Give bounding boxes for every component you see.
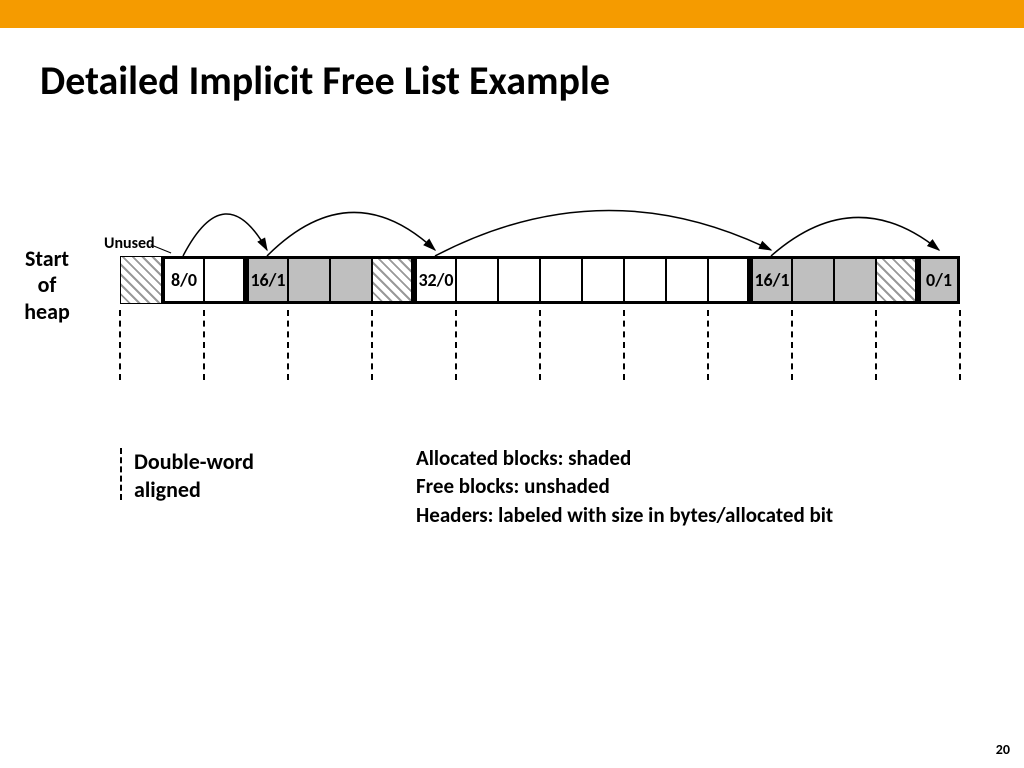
alignment-guide: [539, 310, 541, 380]
heap-cell-1: 8/0: [162, 256, 204, 304]
alignment-guide: [119, 310, 121, 380]
alignment-guide: [371, 310, 373, 380]
heap-cell-14: [708, 256, 750, 304]
heap-cell-7: 32/0: [414, 256, 456, 304]
heap-cell-17: [834, 256, 876, 304]
block-link-arrows: [120, 160, 1000, 260]
page-number: 20: [996, 741, 1010, 758]
heap-cell-8: [456, 256, 498, 304]
legend-alignment-marker: [120, 448, 122, 500]
alignment-guide: [959, 310, 961, 380]
legend-key-text: Allocated blocks: shadedFree blocks: uns…: [416, 444, 833, 529]
heap-cell-2: [204, 256, 246, 304]
slide-title: Detailed Implicit Free List Example: [40, 56, 1024, 105]
heap-cell-3: 16/1: [246, 256, 288, 304]
heap-cell-12: [624, 256, 666, 304]
heap-cell-0: [120, 256, 162, 304]
heap-cell-5: [330, 256, 372, 304]
alignment-guide: [707, 310, 709, 380]
heap-cell-4: [288, 256, 330, 304]
heap-cell-13: [666, 256, 708, 304]
heap-cell-10: [540, 256, 582, 304]
heap-cell-15: 16/1: [750, 256, 792, 304]
legend-alignment-text: Double-wordaligned: [134, 448, 254, 503]
alignment-guide: [875, 310, 877, 380]
alignment-guide: [203, 310, 205, 380]
alignment-guide: [455, 310, 457, 380]
heap-diagram: 8/0 16/1 32/0 16/1 0/1: [120, 256, 1000, 304]
heap-cell-11: [582, 256, 624, 304]
heap-cell-6: [372, 256, 414, 304]
heap-cell-16: [792, 256, 834, 304]
heap-cell-18: [876, 256, 918, 304]
heap-start-label: Startofheap: [12, 246, 82, 325]
heap-cell-19: 0/1: [918, 256, 960, 304]
heap-cell-9: [498, 256, 540, 304]
alignment-guide: [623, 310, 625, 380]
alignment-guide: [287, 310, 289, 380]
header-bar: [0, 0, 1024, 28]
alignment-guide: [791, 310, 793, 380]
